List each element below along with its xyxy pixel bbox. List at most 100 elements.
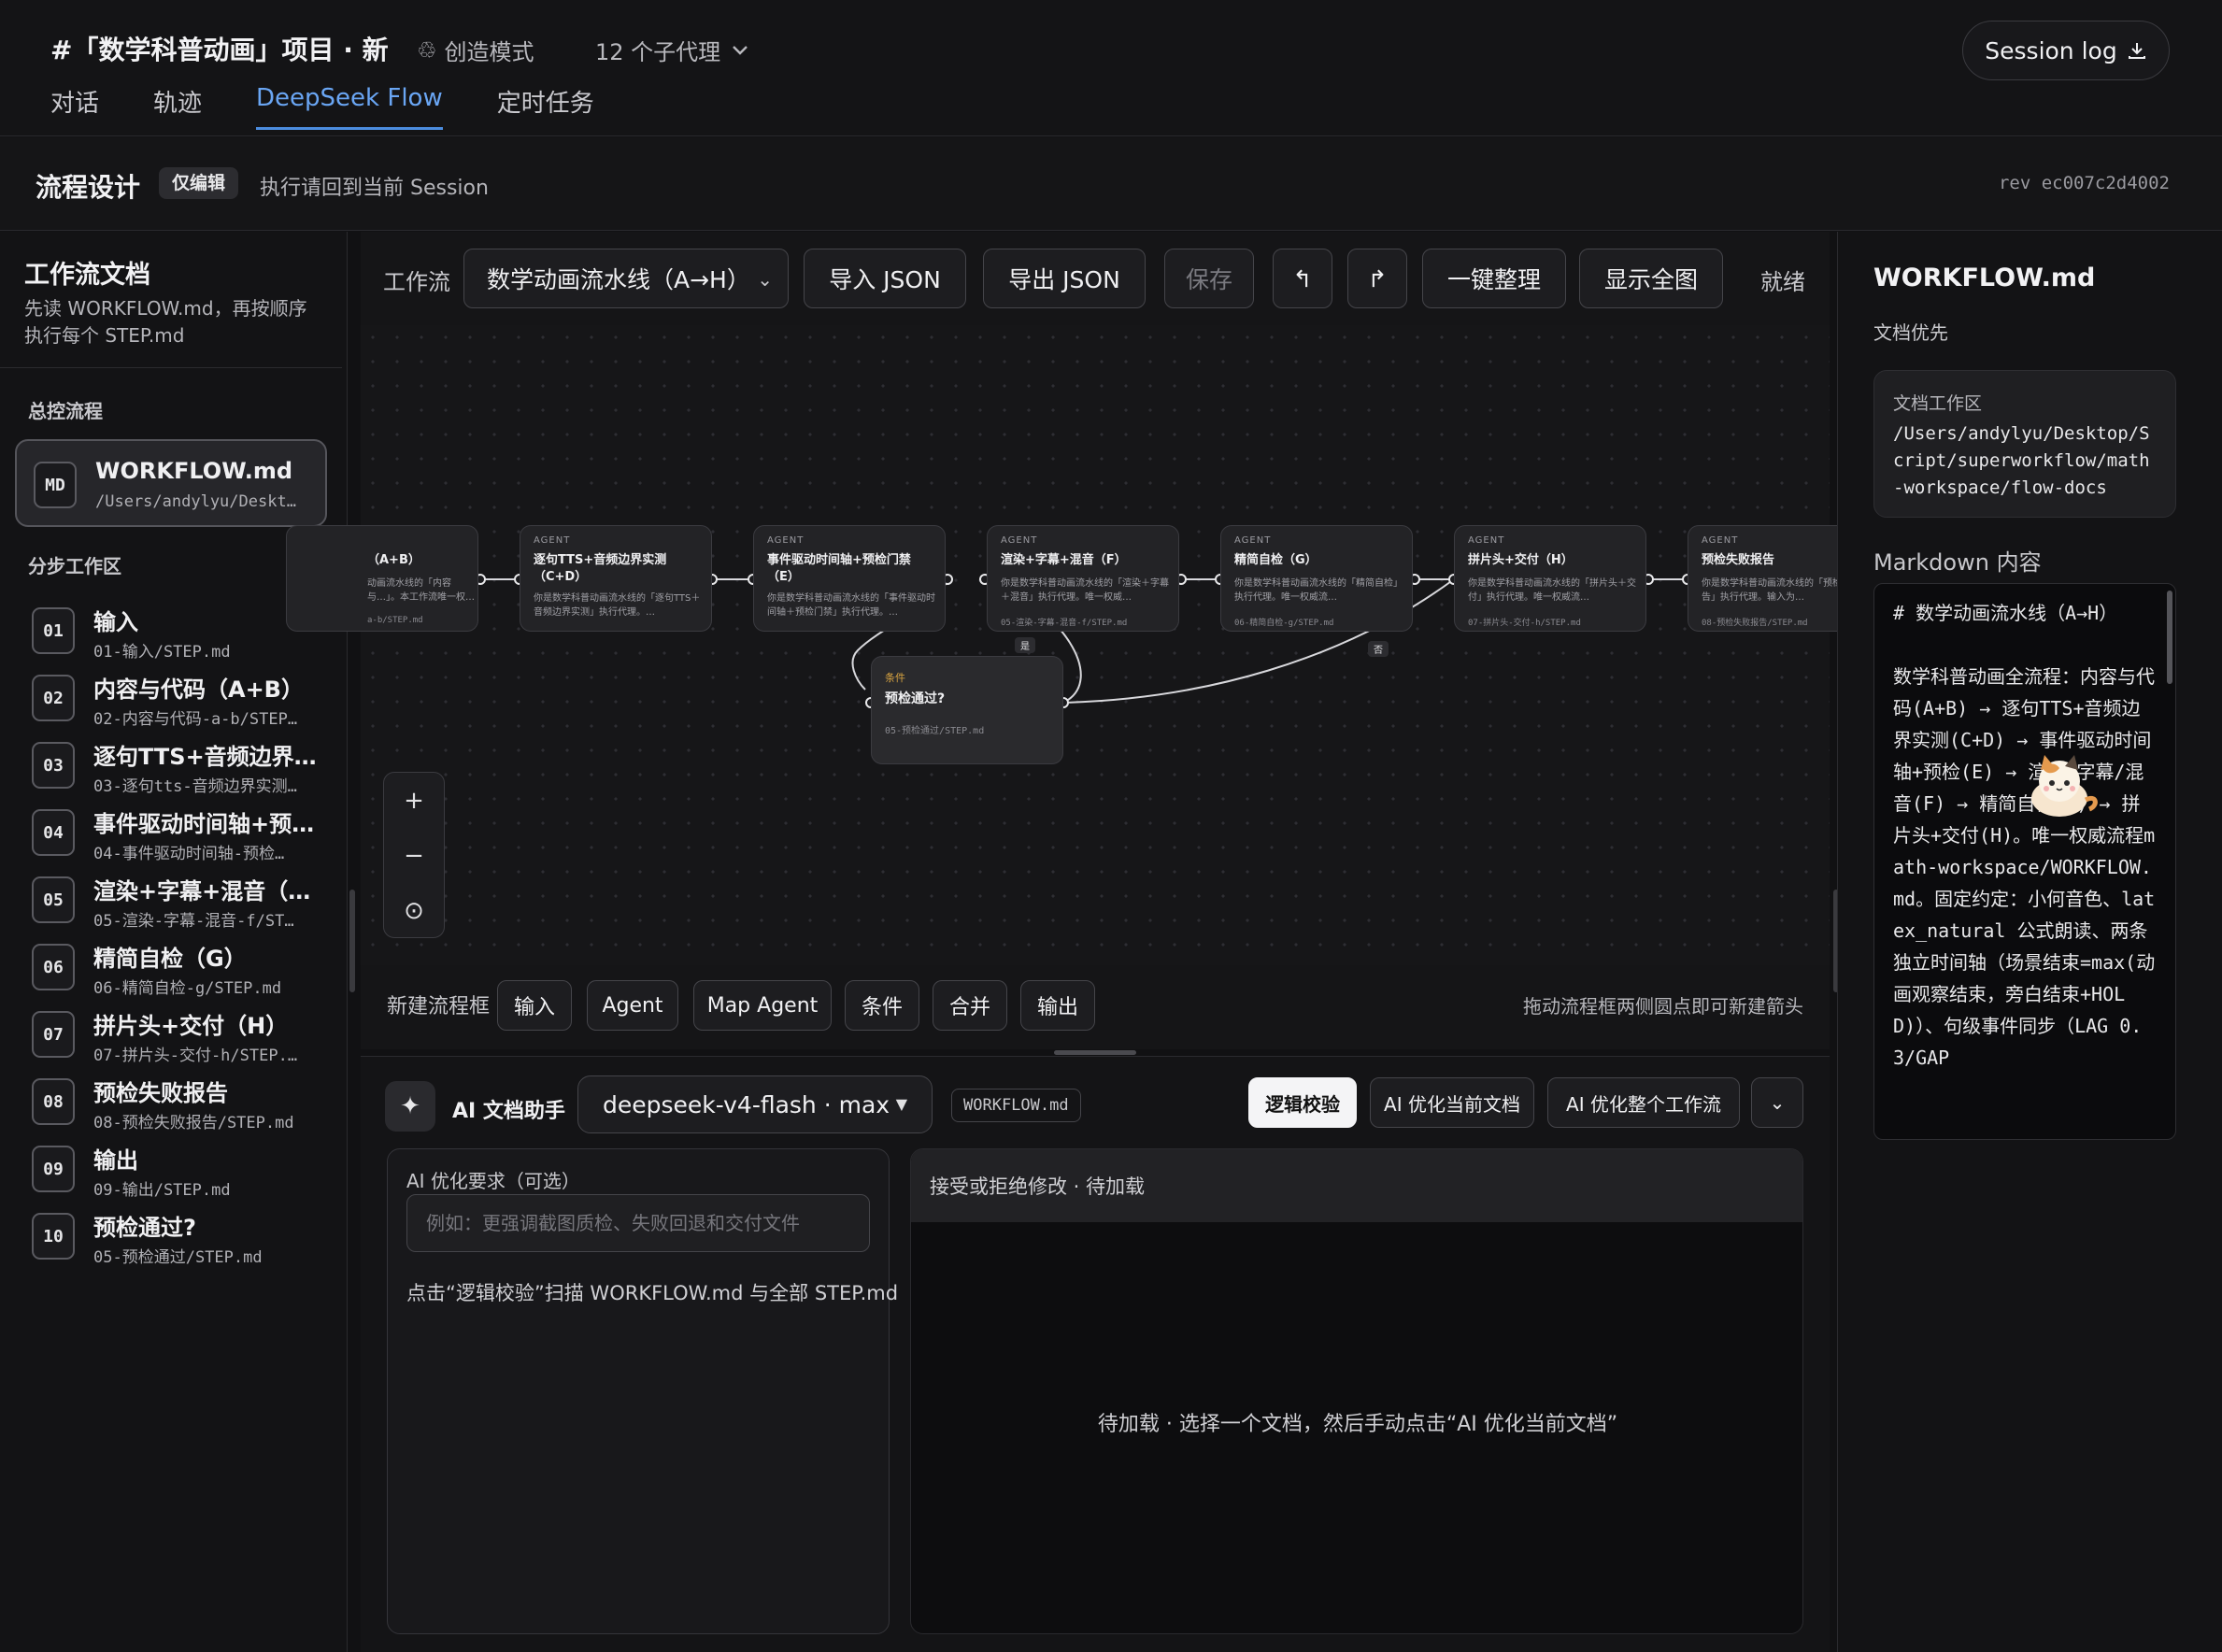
subagent-dropdown[interactable]: 12 个子代理 (595, 34, 748, 66)
session-hint: 执行请回到当前 Session (260, 177, 489, 200)
chevron-down-icon: ⌄ (1769, 1091, 1786, 1114)
markdown-editor[interactable]: # 数学动画流水线（A→H） 数学科普动画全流程：内容与代码(A+B) → 逐句… (1873, 583, 2176, 1140)
undo-button[interactable]: ↰ (1273, 249, 1332, 308)
node-title: 事件驱动时间轴+预检门禁（E） (767, 553, 911, 584)
section-master-flow: 总控流程 (28, 400, 103, 422)
top-bar: #「数学科普动画」项目 · 新 ♲ 创造模式 12 个子代理 对话 轨迹 Dee… (0, 0, 2222, 136)
step-number: 09 (32, 1146, 75, 1192)
sidebar-resize-handle[interactable] (349, 890, 355, 992)
edit-only-badge: 仅编辑 (159, 167, 239, 199)
node-kind: AGENT (1468, 535, 1505, 546)
flow-node-selfcheck[interactable]: AGENT 精简自检（G） 你是数学科普动画流水线的「精简自检」执行代理。唯一权… (1220, 525, 1413, 632)
sparkle-icon: ✦ (385, 1081, 435, 1132)
new-merge-node-button[interactable]: 合并 (933, 980, 1007, 1031)
optimize-doc-button[interactable]: AI 优化当前文档 (1370, 1077, 1534, 1128)
item-name: 内容与代码（A+B） (93, 676, 304, 703)
app-window: #「数学科普动画」项目 · 新 ♲ 创造模式 12 个子代理 对话 轨迹 Dee… (0, 0, 2222, 1652)
zoom-controls: + − ⊙ (383, 772, 445, 938)
item-path: 05-预检通过/STEP.md (93, 1248, 263, 1267)
panel-resize-handle[interactable] (1054, 1050, 1136, 1055)
new-map-agent-node-button[interactable]: Map Agent (693, 980, 832, 1031)
step-number: 04 (32, 809, 75, 856)
undo-icon: ↰ (1292, 264, 1313, 292)
item-path: /Users/andylyu/Deskt… (95, 492, 296, 511)
node-desc: 你是数学科普动画流水线的「逐句TTS＋音频边界实测」执行代理。… (534, 593, 701, 618)
document-title: WORKFLOW.md (1873, 263, 2096, 292)
model-select[interactable]: deepseek-v4-flash · max ▼ (577, 1075, 933, 1133)
workflow-select-value: 数学动画流水线（A→H） (487, 266, 750, 293)
review-header: 接受或拒绝修改 · 待加载 (911, 1149, 1802, 1222)
item-name: WORKFLOW.md (95, 458, 293, 484)
step-number: 10 (32, 1213, 75, 1260)
page-title: 流程设计 (36, 172, 141, 203)
requirements-input[interactable]: 例如：更强调截图质检、失败回退和交付文件 (406, 1194, 870, 1252)
status-text: 就绪 (1760, 269, 1805, 295)
import-json-button[interactable]: 导入 JSON (804, 249, 966, 308)
new-agent-node-button[interactable]: Agent (587, 980, 678, 1031)
mode-label: 创造模式 (444, 39, 534, 65)
node-desc: 你是数学科普动画流水线的「渲染＋字幕＋混音」执行代理。唯一权威… (1001, 578, 1169, 603)
flow-editor: 工作流 数学动画流水线（A→H） ⌄ 导入 JSON 导出 JSON 保存 ↰ … (286, 232, 1880, 1652)
step-number: 06 (32, 944, 75, 990)
markdown-label: Markdown 内容 (1873, 549, 2042, 576)
flow-node-render[interactable]: AGENT 渲染+字幕+混音（F） 你是数学科普动画流水线的「渲染＋字幕＋混音」… (987, 525, 1179, 632)
zoom-in-button[interactable]: + (384, 773, 444, 828)
session-log-button[interactable]: Session log (1962, 21, 2170, 80)
redo-button[interactable]: ↱ (1347, 249, 1407, 308)
more-options-button[interactable]: ⌄ (1751, 1077, 1803, 1128)
node-desc: 你是数学科普动画流水线的「事件驱动时间轴＋预检门禁」执行代理。… (767, 593, 935, 618)
sidebar-item-workflow-md[interactable]: MD WORKFLOW.md /Users/andylyu/Deskt… (15, 439, 327, 527)
requirements-label: AI 优化要求（可选） (406, 1170, 580, 1192)
mode-indicator[interactable]: ♲ 创造模式 (417, 34, 534, 66)
tab-trace[interactable]: 轨迹 (153, 84, 202, 130)
flow-node-condition[interactable]: 条件 预检通过? 05-预检通过/STEP.md (871, 656, 1063, 764)
node-title: 预检通过? (885, 691, 946, 706)
node-kind: AGENT (1234, 535, 1272, 546)
current-file-chip: WORKFLOW.md (951, 1089, 1081, 1122)
redo-icon: ↱ (1367, 264, 1388, 292)
optimize-workflow-button[interactable]: AI 优化整个工作流 (1547, 1077, 1740, 1128)
chevron-down-icon (733, 45, 748, 55)
node-title: 逐句TTS+音频边界实测（C+D） (534, 553, 667, 584)
workspace-info: 文档工作区 /Users/andylyu/Desktop/Script/supe… (1873, 370, 2176, 518)
workflow-select[interactable]: 数学动画流水线（A→H） ⌄ (463, 249, 789, 308)
logic-check-button[interactable]: 逻辑校验 (1248, 1077, 1357, 1128)
item-name: 预检失败报告 (93, 1080, 228, 1106)
new-input-node-button[interactable]: 输入 (497, 980, 572, 1031)
fit-view-button[interactable]: 显示全图 (1579, 249, 1723, 308)
flow-canvas[interactable]: （A+B） 动画流水线的「内容与…」。本工作流唯一权… a-b/STEP.md … (286, 325, 1880, 965)
reset-view-button[interactable]: ⊙ (384, 883, 444, 938)
subagent-count: 12 个子代理 (595, 39, 721, 65)
flow-node-tts[interactable]: AGENT 逐句TTS+音频边界实测（C+D） 你是数学科普动画流水线的「逐句T… (520, 525, 712, 632)
workspace-label: 文档工作区 (1893, 393, 1983, 414)
tab-scheduled-tasks[interactable]: 定时任务 (497, 84, 594, 130)
node-path: 05-预检通过/STEP.md (885, 726, 985, 736)
markdown-scrollbar[interactable] (2167, 591, 2172, 684)
new-output-node-button[interactable]: 输出 (1020, 980, 1095, 1031)
tab-chat[interactable]: 对话 (50, 84, 99, 130)
node-kind: AGENT (1702, 535, 1739, 546)
new-node-bar: 新建流程框 输入 Agent Map Agent 条件 合并 输出 拖动流程框两… (361, 965, 1830, 1049)
node-path: 06-精简自检-g/STEP.md (1234, 619, 1334, 628)
save-button[interactable]: 保存 (1164, 249, 1254, 308)
node-path: 05-渲染-字幕-混音-f/STEP.md (1001, 619, 1128, 628)
flow-node-content-code[interactable]: （A+B） 动画流水线的「内容与…」。本工作流唯一权… a-b/STEP.md (286, 525, 478, 632)
flow-node-timeline[interactable]: AGENT 事件驱动时间轴+预检门禁（E） 你是数学科普动画流水线的「事件驱动时… (753, 525, 946, 632)
flow-node-delivery[interactable]: AGENT 拼片头+交付（H） 你是数学科普动画流水线的「拼片头＋交付」执行代理… (1454, 525, 1646, 632)
optimize-requirements-panel: AI 优化要求（可选） 例如：更强调截图质检、失败回退和交付文件 点击“逻辑校验… (387, 1148, 898, 1634)
node-title: 精简自检（G） (1234, 553, 1318, 567)
tab-deepseek-flow[interactable]: DeepSeek Flow (256, 84, 443, 130)
diff-review-panel: 接受或拒绝修改 · 待加载 待加载 · 选择一个文档，然后手动点击“AI 优化当… (910, 1148, 1803, 1634)
sidebar-item-step-10[interactable]: 10 预检通过? 05-预检通过/STEP.md (15, 1192, 327, 1280)
item-name: 渲染+字幕+混音（… (93, 878, 311, 904)
new-condition-node-button[interactable]: 条件 (845, 980, 919, 1031)
export-json-button[interactable]: 导出 JSON (983, 249, 1146, 308)
cat-mascot-icon (2031, 755, 2098, 817)
logic-check-note: 点击“逻辑校验”扫描 WORKFLOW.md 与全部 STEP.md (406, 1282, 899, 1304)
workflow-label: 工作流 (383, 269, 450, 295)
assistant-title: AI 文档助手 (452, 1100, 565, 1123)
step-number: 02 (32, 675, 75, 721)
zoom-out-button[interactable]: − (384, 828, 444, 883)
auto-arrange-button[interactable]: 一键整理 (1422, 249, 1566, 308)
document-subtitle: 文档优先 (1873, 321, 1948, 344)
